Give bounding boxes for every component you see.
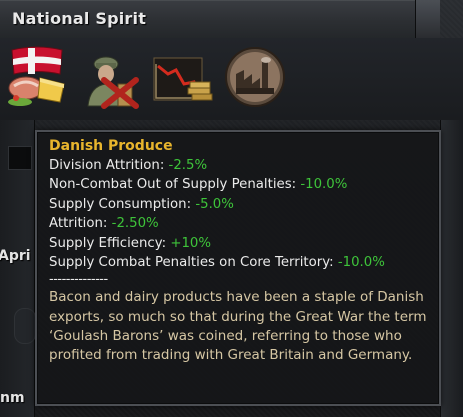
- background-bottom-label: nm: [0, 390, 25, 406]
- modifier-value: +10%: [170, 235, 212, 251]
- tooltip-separator: --------------: [49, 272, 108, 288]
- left-round-button[interactable]: [14, 308, 36, 344]
- right-panel-frame: [440, 120, 463, 417]
- modifier-value: -10.0%: [337, 255, 385, 271]
- modifier-supply-consumption: Supply Consumption: -5.0%: [49, 195, 431, 214]
- modifier-label: Non-Combat Out of Supply Penalties:: [49, 177, 301, 193]
- panel-title: National Spirit: [12, 9, 147, 28]
- economic-decline-icon[interactable]: [150, 44, 216, 110]
- modifier-supply-efficiency: Supply Efficiency: +10%: [49, 234, 431, 253]
- left-slot-box: [8, 146, 32, 170]
- modifier-value: -2.5%: [168, 158, 208, 173]
- modifier-attrition: Attrition: -2.50%: [49, 214, 431, 233]
- modifier-label: Supply Efficiency:: [49, 235, 171, 251]
- demobilized-soldier-icon[interactable]: [78, 44, 144, 110]
- industry-icon[interactable]: [222, 44, 288, 110]
- modifier-core-territory-penalties: Supply Combat Penalties on Core Territor…: [49, 253, 431, 272]
- modifier-label: Supply Consumption:: [49, 196, 196, 212]
- modifier-value: -2.50%: [111, 216, 159, 232]
- panel-header: National Spirit: [0, 0, 440, 39]
- spirit-tooltip: Danish Produce Division Attrition: -2.5%…: [35, 130, 441, 406]
- modifier-label: Division Attrition:: [49, 158, 169, 173]
- modifier-value: -10.0%: [300, 177, 348, 193]
- modifier-division-attrition: Division Attrition: -2.5%: [49, 156, 431, 175]
- modifier-label: Attrition:: [49, 216, 112, 232]
- tooltip-title: Danish Produce: [49, 138, 173, 154]
- tooltip-description: Bacon and dairy products have been a sta…: [49, 289, 427, 364]
- danish-produce-icon[interactable]: [4, 44, 70, 110]
- background-date-label: Apri: [0, 248, 31, 264]
- modifier-value: -5.0%: [195, 196, 234, 212]
- modifier-label: Supply Combat Penalties on Core Territor…: [49, 255, 338, 271]
- modifier-out-of-supply: Non-Combat Out of Supply Penalties: -10.…: [49, 175, 431, 194]
- header-ornament: [415, 0, 440, 38]
